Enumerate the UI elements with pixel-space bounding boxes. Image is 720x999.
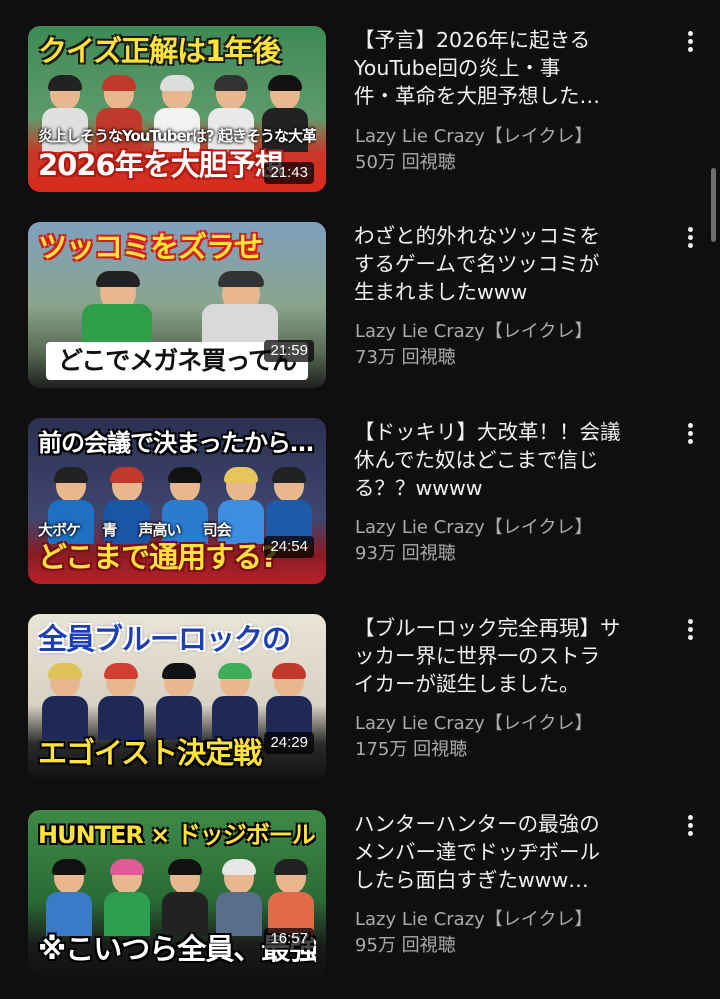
thumbnail-people: [42, 660, 312, 740]
channel-name[interactable]: Lazy Lie Crazy【レイクレ】: [355, 515, 592, 541]
video-thumbnail[interactable]: 全員ブルーロックの エゴイスト決定戦 24:29: [28, 614, 326, 780]
view-count: 95万 回視聴: [355, 935, 456, 956]
video-duration: 24:54: [264, 536, 314, 558]
video-thumbnail[interactable]: クイズ正解は1年後 炎上しそうなYouTuberは? 起きそうな大革命は? 20…: [28, 26, 326, 192]
video-thumbnail[interactable]: HUNTER × ドッジボール ※こいつら全員、最強 16:57: [28, 810, 326, 976]
channel-name[interactable]: Lazy Lie Crazy【レイクレ】: [355, 711, 592, 737]
video-duration: 21:59: [264, 340, 314, 362]
thumbnail-people: [42, 856, 314, 936]
video-duration: 24:29: [264, 732, 314, 754]
video-item[interactable]: 全員ブルーロックの エゴイスト決定戦 24:29 【ブルーロック完全再現】サ ッ…: [0, 614, 720, 784]
video-item[interactable]: ツッコミをズラせ どこでメガネ買ってん 21:59 わざと的外れなツッコミを す…: [0, 222, 720, 392]
video-thumbnail[interactable]: 前の会議で決まったから… 大ボケ 青 声高い 司会 どこまで通用する? 24:5…: [28, 418, 326, 584]
channel-name[interactable]: Lazy Lie Crazy【レイクレ】: [355, 907, 592, 933]
video-title[interactable]: ハンターハンターの最強の メンバー達でドッヂボール したら面白すぎたwww…: [354, 810, 654, 894]
view-count: 175万 回視聴: [355, 739, 468, 760]
more-options-icon[interactable]: [680, 420, 702, 450]
view-count: 50万 回視聴: [355, 152, 456, 173]
thumbnail-caption-top: クイズ正解は1年後: [38, 34, 281, 68]
video-title[interactable]: 【ブルーロック完全再現】サ ッカー界に世界一のストラ イカーが誕生しました。: [354, 614, 654, 698]
video-item[interactable]: HUNTER × ドッジボール ※こいつら全員、最強 16:57 ハンターハンタ…: [0, 810, 720, 980]
more-options-icon[interactable]: [680, 616, 702, 646]
video-title[interactable]: 【予言】2026年に起きる YouTube回の炎上・事 件・革命を大胆予想した…: [354, 26, 654, 110]
video-duration: 16:57: [264, 928, 314, 950]
channel-name[interactable]: Lazy Lie Crazy【レイクレ】: [355, 124, 592, 150]
thumbnail-caption-top: ツッコミをズラせ: [38, 230, 263, 264]
thumbnail-people: [42, 268, 312, 348]
thumbnail-caption-top: 前の会議で決まったから…: [38, 429, 314, 457]
more-options-icon[interactable]: [680, 224, 702, 254]
video-thumbnail[interactable]: ツッコミをズラせ どこでメガネ買ってん 21:59: [28, 222, 326, 388]
thumbnail-caption-top: HUNTER × ドッジボール: [38, 821, 316, 849]
channel-name[interactable]: Lazy Lie Crazy【レイクレ】: [355, 319, 592, 345]
view-count: 93万 回視聴: [355, 543, 456, 564]
video-title[interactable]: 【ドッキリ】大改革！！会議 休んでた奴はどこまで信じ る？？wwww: [354, 418, 654, 502]
video-duration: 21:43: [264, 162, 314, 184]
more-options-icon[interactable]: [680, 28, 702, 58]
more-options-icon[interactable]: [680, 812, 702, 842]
video-item[interactable]: クイズ正解は1年後 炎上しそうなYouTuberは? 起きそうな大革命は? 20…: [0, 26, 720, 196]
thumbnail-caption-top: 全員ブルーロックの: [38, 622, 291, 656]
view-count: 73万 回視聴: [355, 347, 456, 368]
video-item[interactable]: 前の会議で決まったから… 大ボケ 青 声高い 司会 どこまで通用する? 24:5…: [0, 418, 720, 588]
video-title[interactable]: わざと的外れなツッコミを するゲームで名ツッコミが 生まれましたwww: [354, 222, 654, 306]
